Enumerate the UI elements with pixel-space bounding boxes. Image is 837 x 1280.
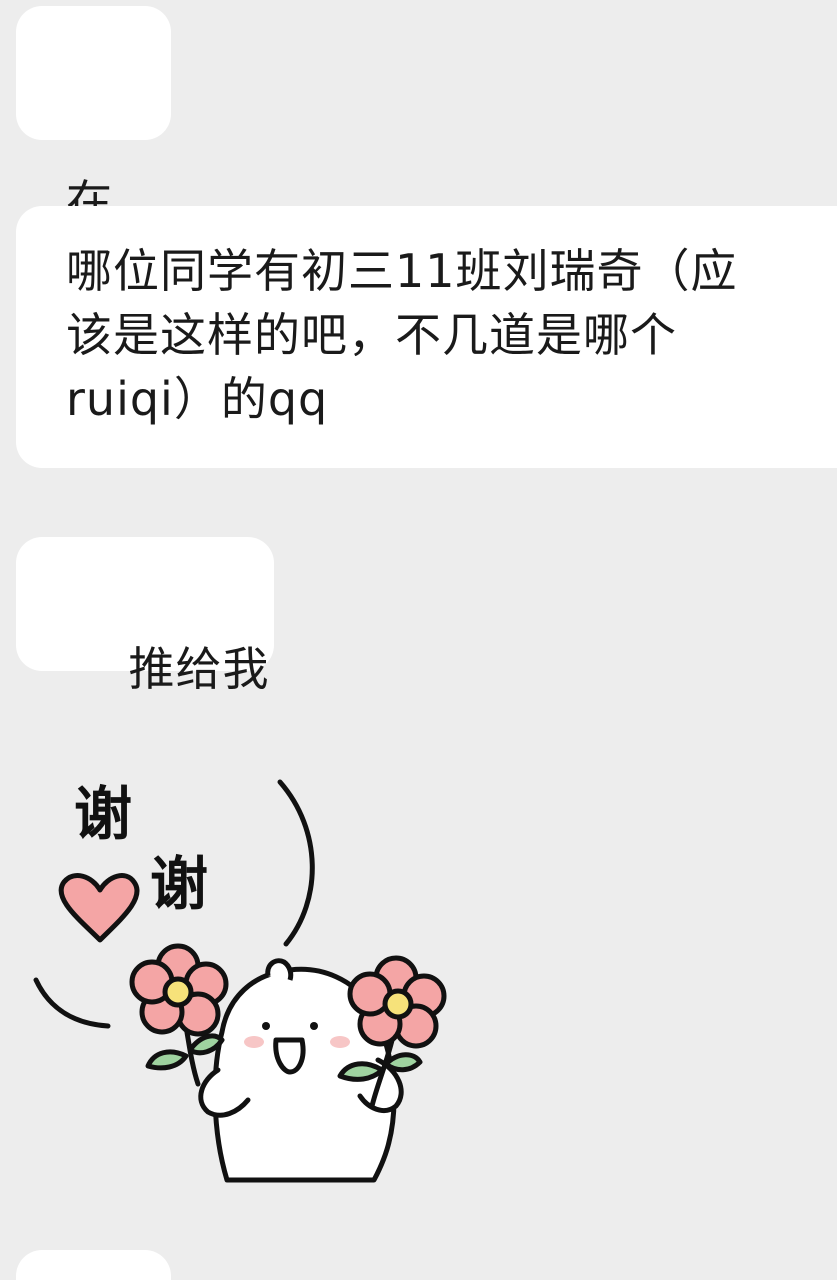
- message-text-line: ruiqi）的qq: [66, 372, 329, 426]
- heart-icon: [58, 873, 140, 943]
- chat-message-list: 在 哪位同学有初三11班刘瑞奇（应 该是这样的吧，不几道是哪个 ruiqi）的q…: [0, 0, 837, 1280]
- thank-you-sticker[interactable]: 谢 谢: [22, 770, 462, 1190]
- message-text-line: 该是这样的吧，不几道是哪个: [66, 308, 677, 362]
- message-bubble[interactable]: 推给我: [16, 537, 274, 696]
- message-text: 推给我: [128, 642, 270, 696]
- message-bubble[interactable]: 哪位同学有初三11班刘瑞奇（应 该是这样的吧，不几道是哪个 ruiqi）的qq: [16, 206, 837, 468]
- message-text-line: 哪位同学有初三11班刘瑞奇（应: [66, 244, 738, 298]
- message-bubble[interactable]: 在: [16, 6, 171, 229]
- motion-line-icon: [277, 779, 315, 947]
- message-bubble-partial[interactable]: [16, 1250, 171, 1280]
- motion-line-icon: [33, 977, 111, 1029]
- sticker-text-2: 谢: [150, 850, 208, 918]
- sticker-text-1: 谢: [74, 780, 132, 848]
- flower-icon: [129, 943, 229, 1087]
